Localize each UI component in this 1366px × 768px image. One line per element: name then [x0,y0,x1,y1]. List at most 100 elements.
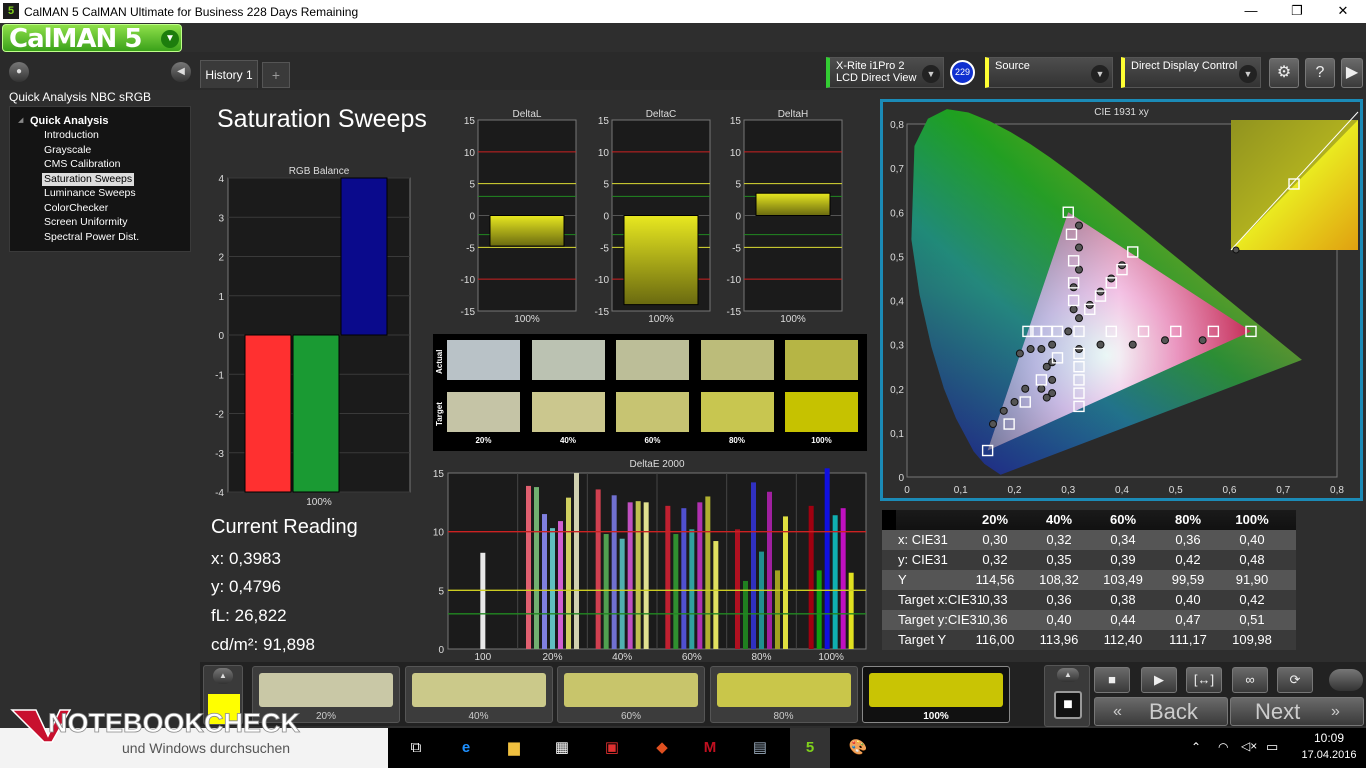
table-cell: 0,47 [1175,612,1201,627]
stop-square-icon[interactable]: ■ [1054,691,1082,719]
refresh-button[interactable]: ⟳ [1277,667,1313,693]
notification-icon[interactable]: ▭ [1266,739,1278,755]
circle-icon[interactable]: ● [9,62,29,82]
wifi-icon[interactable]: ◠ [1218,740,1228,754]
swatch-comparison: Actual Target 20% 40% 60% 80% 100% [433,334,867,451]
meter-badge[interactable]: 229 [950,60,975,85]
app-icon-orange[interactable]: ◆ [650,736,674,760]
table-cell: 0,42 [1239,592,1265,607]
collapse-left-icon[interactable]: ◀ [171,62,191,82]
up-arrow-icon[interactable]: ▲ [213,668,233,684]
deltae-bar [480,552,486,649]
restore-button[interactable]: ❐ [1274,0,1320,23]
stop-button[interactable]: ■ [1094,667,1130,693]
sidebar-item[interactable]: Spectral Power Dist. [42,231,141,244]
step-swatch-color [411,673,546,707]
deltae-bar [558,521,563,649]
window-title: CalMAN 5 CalMAN Ultimate for Business 22… [24,5,359,19]
sidebar-item[interactable]: Introduction [42,129,101,142]
tree-section-quick-analysis[interactable]: Quick Analysis [30,115,108,127]
gear-icon[interactable]: ⚙ [1269,58,1299,88]
measured-point [1015,349,1024,358]
calman-taskbar-icon[interactable]: 5 [790,728,830,768]
y-tick-label: 5 [438,586,444,597]
chevron-down-icon: ▼ [161,30,179,48]
deltae-bar [751,482,756,649]
sidebar-item[interactable]: Saturation Sweeps [42,172,135,186]
play-button[interactable]: ▶ [1141,667,1177,693]
x-tick-label: 0,4 [1115,485,1129,496]
step-swatch[interactable]: 80% [709,666,858,723]
circle-icon[interactable] [1329,669,1363,691]
actual-swatch [447,340,520,380]
step-swatch[interactable]: 100% [862,666,1010,723]
reader-icon[interactable]: ▣ [600,736,624,760]
store-icon[interactable]: ▦ [550,736,574,760]
deltae-bar [832,515,838,649]
clock-time[interactable]: 10:09 [1300,731,1358,745]
back-button[interactable]: « Back [1094,697,1228,726]
column-header: 20% [981,512,1009,527]
sidebar-item[interactable]: Screen Uniformity [42,216,129,229]
y-tick-label: 0,8 [890,120,904,131]
table-cell: 0,35 [1046,552,1072,567]
double-right-icon: » [1331,703,1340,720]
measured-point [999,406,1008,415]
tray-chevron-up-icon[interactable]: ⌃ [1191,740,1201,754]
calman-logo[interactable]: CalMAN 5 ▼ [2,24,182,53]
y-tick-label: 15 [464,116,476,127]
table-cell: 0,36 [1046,592,1072,607]
sidebar-item[interactable]: Luminance Sweeps [42,187,138,200]
target-swatch [785,392,858,432]
actual-swatch [700,340,774,380]
deltae-bar [808,505,814,649]
swatch-label: 60% [644,436,661,445]
display-control-selector[interactable]: Direct Display Control ▼ [1121,57,1261,88]
deltae-bar [619,538,625,649]
tree-expander-icon[interactable]: ◢ [18,116,23,124]
tab-history-1[interactable]: History 1 [200,60,258,88]
actual-swatch [531,340,605,380]
step-swatch[interactable]: 40% [404,666,553,723]
task-view-icon[interactable]: ⧉ [404,736,428,760]
step-swatch[interactable]: 60% [557,666,705,723]
table-cell: 0,39 [1110,552,1136,567]
fit-button[interactable]: [↔] [1186,667,1222,693]
bar-r [244,334,292,493]
add-tab-button[interactable]: + [262,62,290,88]
next-button[interactable]: Next » [1230,697,1364,726]
volume-icon[interactable]: ◁× [1241,739,1257,753]
sidebar-item[interactable]: Grayscale [42,144,93,157]
close-button[interactable]: ✕ [1320,0,1366,23]
help-icon[interactable]: ? [1305,58,1335,88]
chevron-down-icon: ▼ [922,65,940,83]
chevron-down-icon: ▼ [1091,65,1109,83]
minimize-button[interactable]: — [1228,0,1274,23]
mcafee-icon[interactable]: M [698,736,722,760]
reading-fl: fL: 26,822 [211,606,287,625]
measured-point [1010,397,1019,406]
sidebar-item[interactable]: ColorChecker [42,202,110,215]
deltae-bar [534,487,539,649]
up-arrow-icon[interactable]: ▲ [1057,668,1079,682]
table-cell: 114,56 [975,572,1015,587]
edge-icon[interactable]: e [454,736,478,760]
loop-button[interactable]: ∞ [1232,667,1268,693]
y-tick-label: -5 [466,243,475,254]
sidebar-item[interactable]: CMS Calibration [42,158,122,171]
collapse-icon[interactable]: ▶ [1341,58,1363,88]
delta-bar [489,215,565,247]
x-tick-label: 0,1 [954,485,968,496]
file-explorer-icon[interactable]: ▆ [502,736,526,760]
y-tick-label: -2 [215,410,224,421]
paint-icon[interactable]: 🎨 [846,736,870,760]
y-tick-label: -15 [461,307,476,318]
deltae-bar [735,529,740,649]
step-swatch-color [564,673,698,707]
source-selector[interactable]: Source ▼ [985,57,1113,88]
watermark-text: NOTEBOOKCHECK [48,708,301,738]
image-viewer-icon[interactable]: ▤ [748,736,772,760]
clock-date[interactable]: 17.04.2016 [1296,749,1362,761]
meter-selector[interactable]: X-Rite i1Pro 2 LCD Direct View ▼ [826,57,944,88]
step-swatch-color [869,673,1003,707]
